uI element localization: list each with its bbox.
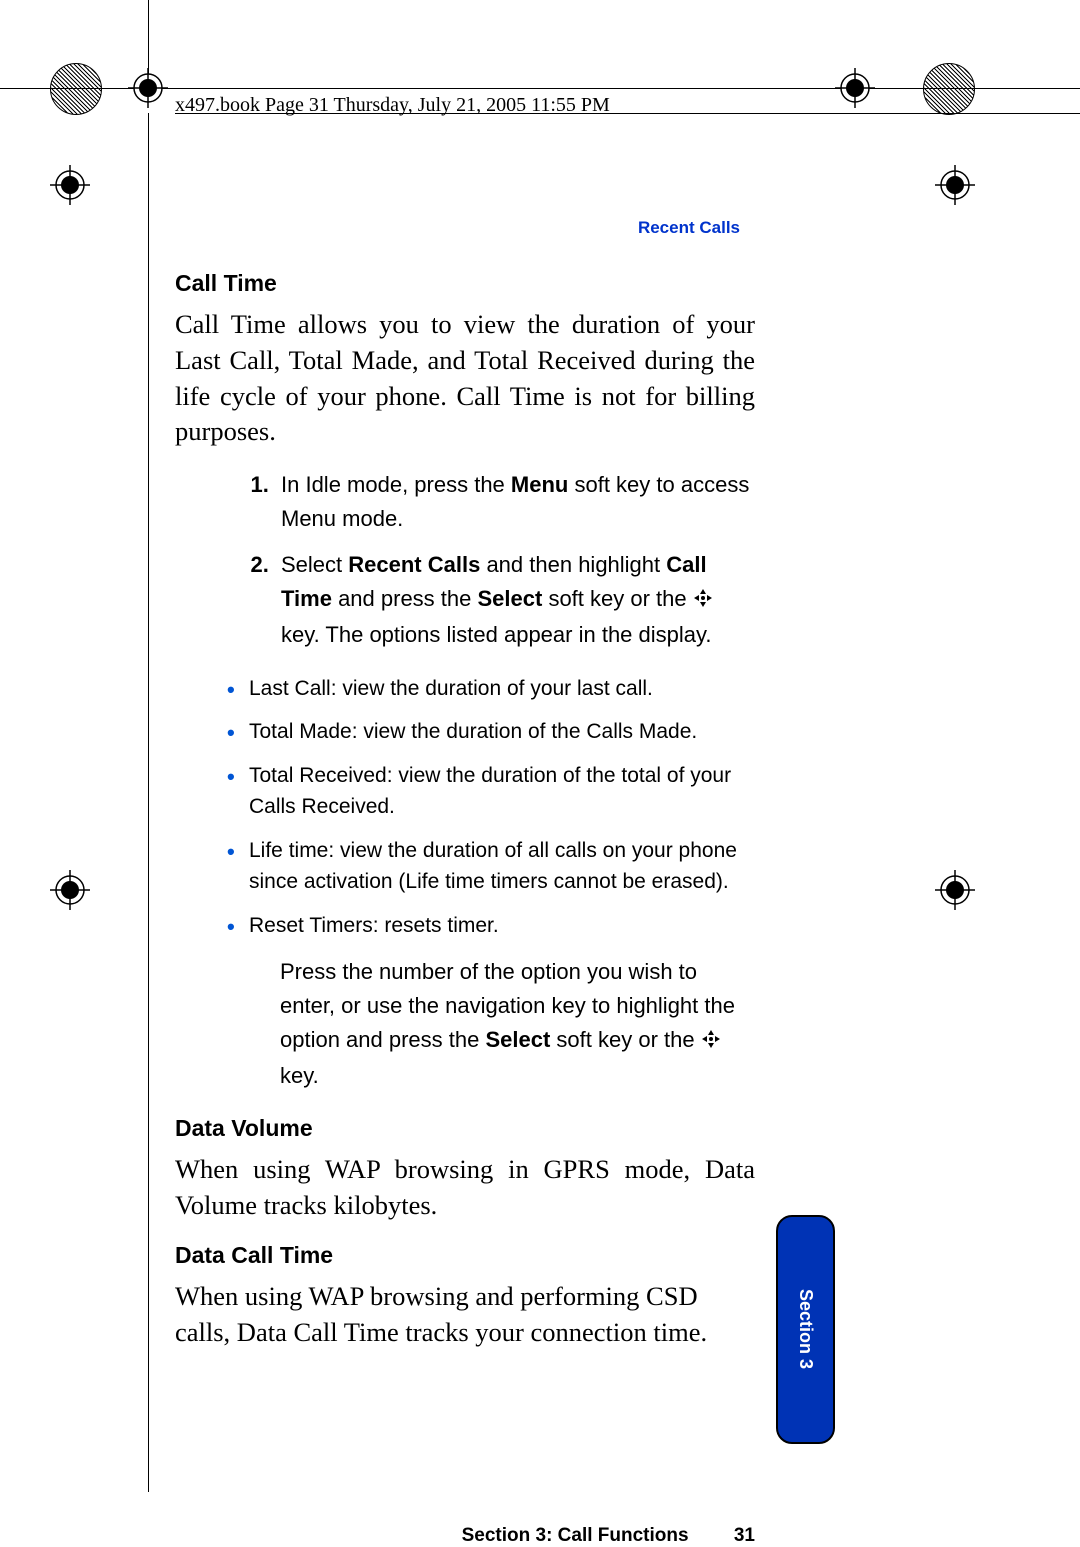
step-followup: Press the number of the option you wish …	[280, 955, 755, 1093]
text-bold: Recent Calls	[348, 552, 480, 577]
registration-mark-icon	[935, 165, 975, 205]
text: Select	[281, 552, 348, 577]
bullet-item: Reset Timers: resets timer.	[227, 910, 755, 942]
body-call-time: Call Time allows you to view the duratio…	[175, 307, 755, 450]
step-1: In Idle mode, press the Menu soft key to…	[275, 468, 755, 536]
text: key. The options listed appear in the di…	[281, 622, 711, 647]
text: soft key or the	[550, 1027, 700, 1052]
text-bold: Select	[478, 586, 543, 611]
page-header-text: x497.book Page 31 Thursday, July 21, 200…	[175, 94, 610, 117]
body-data-volume: When using WAP browsing in GPRS mode, Da…	[175, 1152, 755, 1224]
nav-key-icon	[693, 584, 713, 618]
footer-page-number: 31	[734, 1525, 755, 1546]
registration-mark-icon	[935, 870, 975, 910]
running-head: Recent Calls	[638, 218, 740, 238]
registration-mark-icon	[50, 165, 90, 205]
bullet-item: Total Made: view the duration of the Cal…	[227, 716, 755, 748]
bullet-item: Total Received: view the duration of the…	[227, 760, 755, 823]
registration-mark-icon	[50, 870, 90, 910]
step-list: In Idle mode, press the Menu soft key to…	[175, 468, 755, 652]
section-tab: Section 3	[776, 1215, 835, 1444]
heading-data-call-time: Data Call Time	[175, 1242, 755, 1269]
bullet-item: Last Call: view the duration of your las…	[227, 673, 755, 705]
text: soft key or the	[542, 586, 692, 611]
text-bold: Select	[485, 1027, 550, 1052]
section-tab-label: Section 3	[795, 1289, 816, 1369]
text: and press the	[332, 586, 478, 611]
crop-line	[148, 113, 149, 1492]
page-footer: Section 3: Call Functions 31	[175, 1525, 755, 1547]
text: and then highlight	[480, 552, 666, 577]
bullet-list: Last Call: view the duration of your las…	[175, 673, 755, 942]
text: In Idle mode, press the	[281, 472, 511, 497]
heading-call-time: Call Time	[175, 270, 755, 297]
registration-mark-icon	[128, 68, 168, 108]
nav-key-icon	[701, 1025, 721, 1059]
step-2: Select Recent Calls and then highlight C…	[275, 548, 755, 652]
text: key.	[280, 1063, 319, 1088]
page-content: Call Time Call Time allows you to view t…	[175, 270, 755, 1368]
body-data-call-time: When using WAP browsing and performing C…	[175, 1279, 755, 1351]
heading-data-volume: Data Volume	[175, 1115, 755, 1142]
footer-section: Section 3: Call Functions	[462, 1525, 689, 1546]
bullet-item: Life time: view the duration of all call…	[227, 835, 755, 898]
printer-mark-icon	[50, 63, 102, 115]
registration-mark-icon	[835, 68, 875, 108]
printer-mark-icon	[923, 63, 975, 115]
text-bold: Menu	[511, 472, 568, 497]
